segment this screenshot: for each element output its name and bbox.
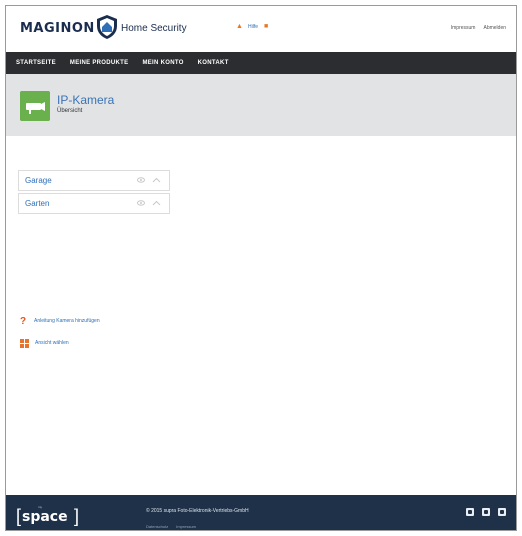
- camera-name[interactable]: Garage: [25, 176, 52, 185]
- main-nav: Startseite Meine Produkte Mein Konto Kon…: [6, 52, 516, 74]
- eye-icon[interactable]: [137, 177, 145, 183]
- nav-item-kontakt[interactable]: Kontakt: [198, 60, 229, 66]
- header-link-help[interactable]: Hilfe: [248, 24, 258, 30]
- footer: [ my space ] © 2015 supra Foto-Elektroni…: [6, 495, 516, 530]
- help-link-label[interactable]: Anleitung Kamera hinzufügen: [34, 318, 100, 324]
- brace-right: ]: [74, 506, 80, 526]
- footer-link-datenschutz[interactable]: Datenschutz: [146, 524, 168, 529]
- footer-link-impressum[interactable]: Impressum: [176, 524, 196, 529]
- eye-icon[interactable]: [137, 200, 145, 206]
- help-link-select-view[interactable]: Ansicht wählen: [20, 335, 100, 351]
- warning-icon: ▲: [236, 23, 243, 30]
- header-links: ▲ Hilfe ■: [236, 23, 270, 30]
- camera-row-garage[interactable]: Garage: [18, 170, 170, 191]
- header-link-logout[interactable]: Abmelden: [483, 25, 506, 31]
- grid-icon: [20, 338, 29, 348]
- header-right-links: Impressum Abmelden: [451, 25, 506, 31]
- copyright-text: © 2015 supra Foto-Elektronik-Vertriebs-G…: [146, 508, 249, 514]
- camera-icon: [20, 91, 50, 121]
- nav-item-mein-konto[interactable]: Mein Konto: [142, 60, 183, 66]
- chevron-up-icon[interactable]: [152, 177, 161, 183]
- cart-icon[interactable]: ■: [264, 23, 270, 30]
- app-frame: MAGINON Home Security ▲ Hilfe ■ Impressu…: [5, 5, 517, 531]
- footer-links: Datenschutz Impressum: [146, 524, 196, 529]
- logo-word: space: [22, 509, 68, 525]
- facebook-icon[interactable]: [466, 508, 474, 516]
- youtube-icon[interactable]: [482, 508, 490, 516]
- header-link-impressum[interactable]: Impressum: [451, 25, 476, 31]
- social-icons: [466, 508, 506, 516]
- twitter-icon[interactable]: [498, 508, 506, 516]
- camera-row-garten[interactable]: Garten: [18, 193, 170, 214]
- nav-item-startseite[interactable]: Startseite: [16, 60, 56, 66]
- brace-left: [: [16, 506, 22, 526]
- question-icon: ?: [20, 315, 27, 327]
- product-name: Home Security: [121, 23, 187, 34]
- camera-name[interactable]: Garten: [25, 199, 49, 208]
- nav-item-meine-produkte[interactable]: Meine Produkte: [70, 60, 129, 66]
- space-logo[interactable]: [ my space ]: [16, 503, 80, 526]
- chevron-up-icon[interactable]: [152, 200, 161, 206]
- help-link-add-camera[interactable]: ? Anleitung Kamera hinzufügen: [20, 313, 100, 329]
- help-links: ? Anleitung Kamera hinzufügen Ansicht wä…: [20, 313, 100, 357]
- page-subtitle: Übersicht: [57, 108, 83, 114]
- shield-icon: [97, 15, 117, 39]
- help-link-label[interactable]: Ansicht wählen: [35, 340, 69, 346]
- page-title: IP-Kamera: [57, 93, 115, 107]
- header: MAGINON Home Security ▲ Hilfe ■ Impressu…: [6, 6, 516, 52]
- brand-logo[interactable]: MAGINON: [20, 21, 95, 36]
- camera-list: Garage Garten: [18, 170, 170, 216]
